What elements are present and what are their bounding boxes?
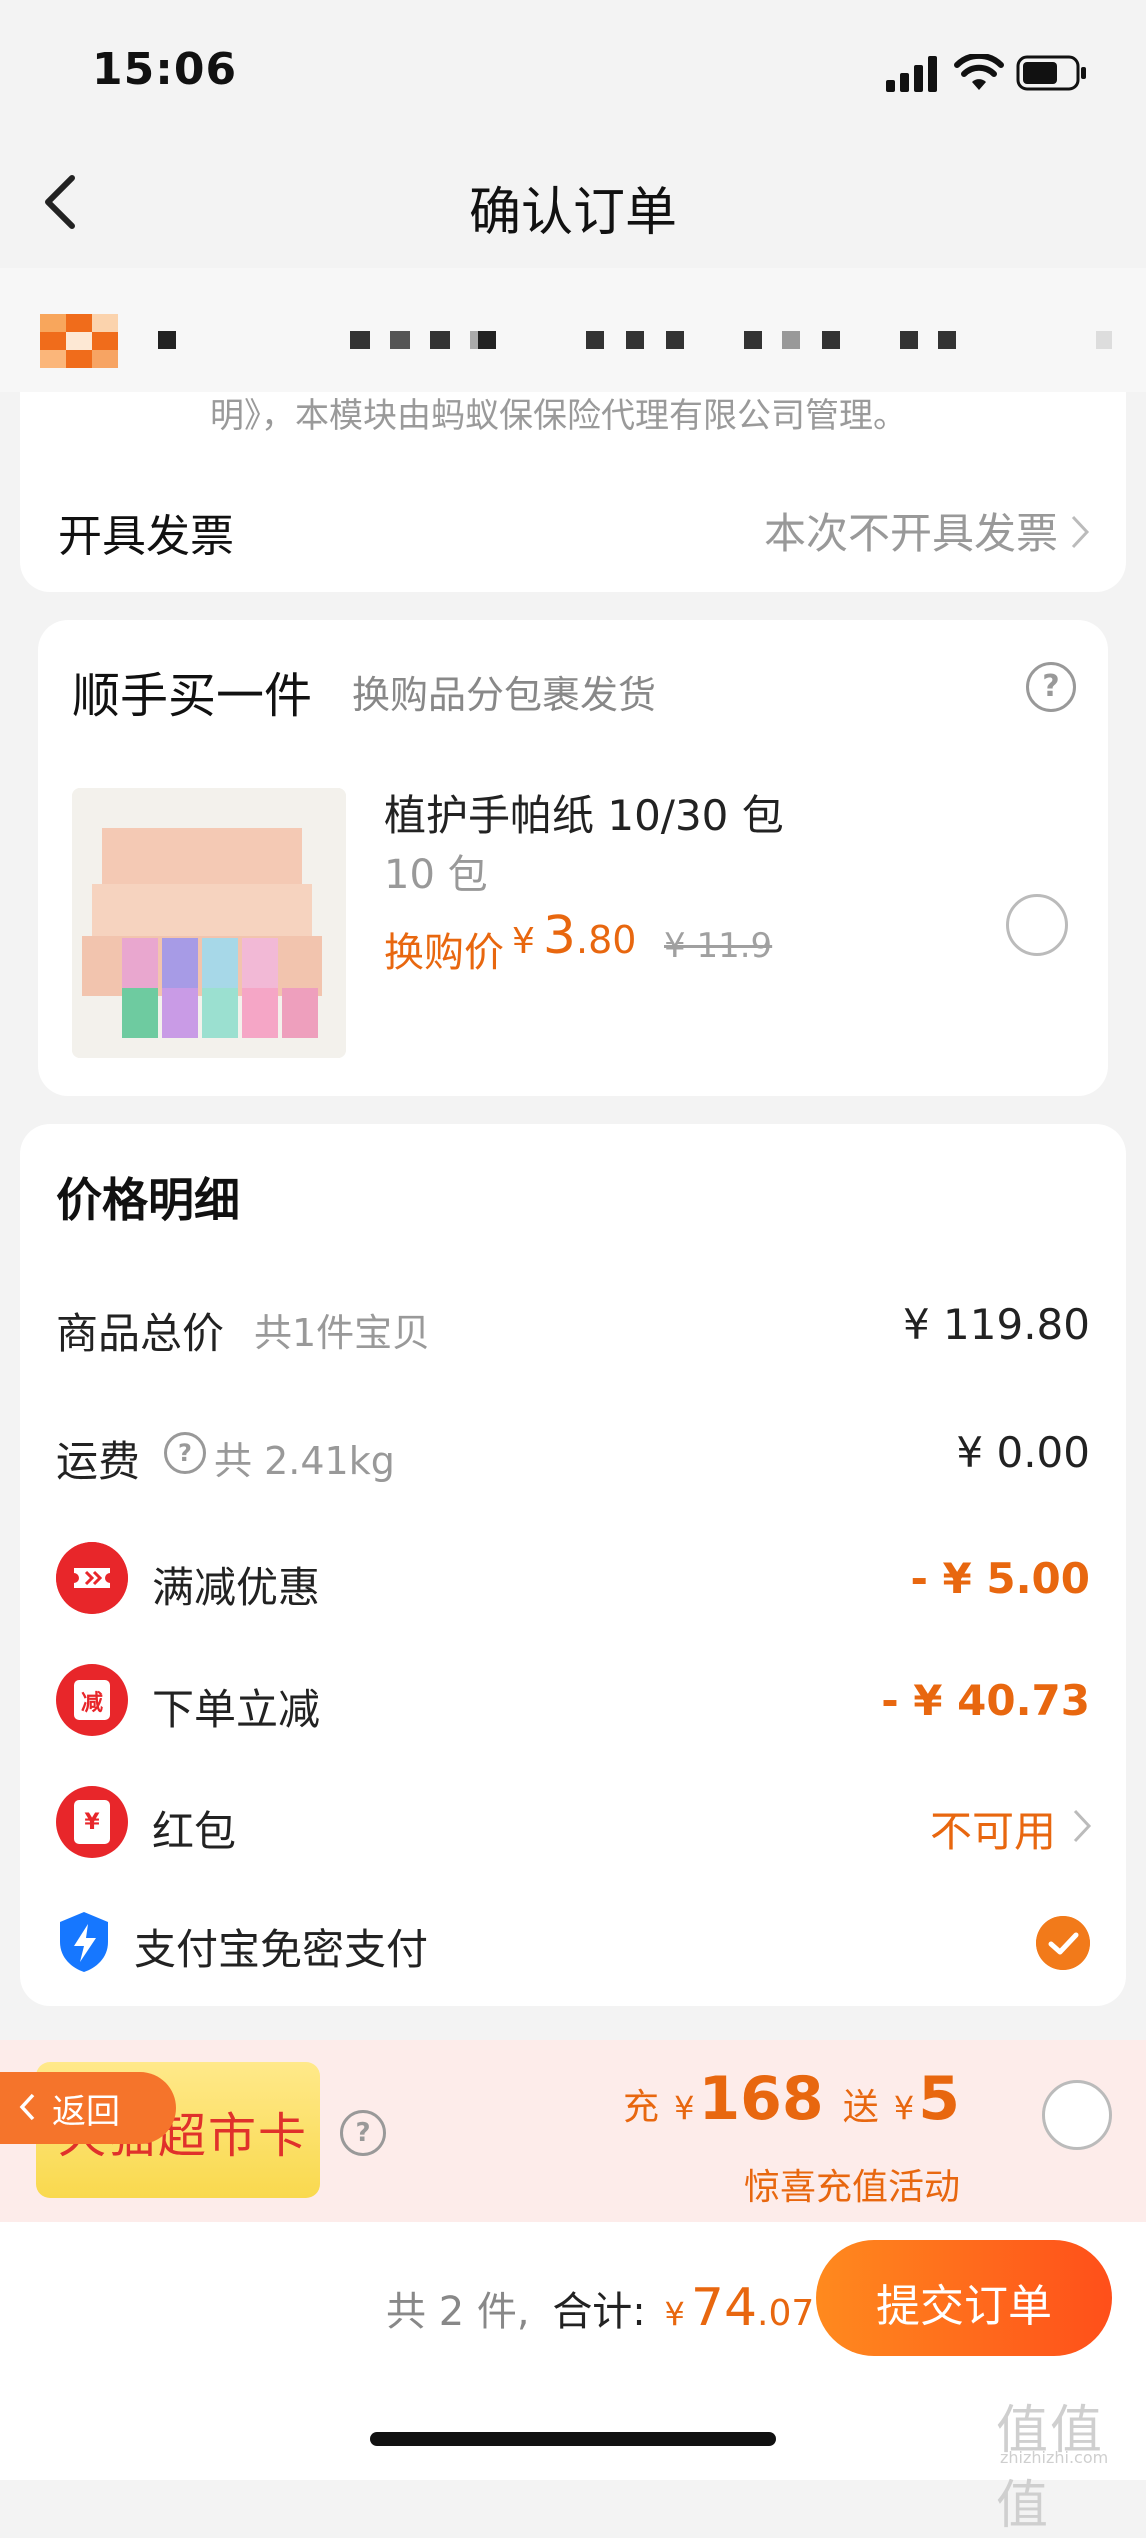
tmall-help-icon[interactable]: ? <box>340 2110 386 2156</box>
give-amount: 5 <box>918 2064 960 2134</box>
shipping-label: 运费 <box>56 1437 141 1486</box>
order-total: 共 2 件, 合计: ¥74.07 <box>386 2278 814 2338</box>
wifi-icon <box>954 54 1004 90</box>
recharge-select-radio[interactable] <box>1042 2080 1112 2150</box>
invoice-label: 开具发票 <box>58 511 234 562</box>
coupon-icon <box>56 1542 128 1614</box>
exchange-price-label: 换购价 <box>384 930 504 976</box>
red-packet-value[interactable]: 不可用 <box>930 1798 1056 1859</box>
addon-subtitle: 换购品分包裹发货 <box>352 673 657 717</box>
instant-discount-icon-text: 减 <box>80 1691 103 1716</box>
chevron-right-icon[interactable] <box>1072 1808 1092 1844</box>
total-integer: 74 <box>690 2278 758 2338</box>
invoice-value[interactable]: 本次不开具发票 <box>764 500 1058 561</box>
cellular-signal-icon <box>886 56 937 92</box>
shipping-help-icon[interactable]: ? <box>164 1432 206 1474</box>
give-currency: ¥ <box>893 2089 915 2127</box>
discount-full-label: 满减优惠 <box>152 1563 321 1612</box>
help-icon[interactable]: ? <box>1026 662 1076 712</box>
instant-discount-value: - ¥ 40.73 <box>881 1676 1090 1725</box>
recharge-activity-label: 惊喜充值活动 <box>743 2167 960 2208</box>
red-packet-icon: ¥ <box>56 1786 128 1858</box>
submit-order-label: 提交订单 <box>876 2281 1052 2332</box>
status-time: 15:06 <box>92 44 238 95</box>
floating-back-label: 返回 <box>52 2092 120 2132</box>
insurance-notice-text: 明》，本模块由蚂蚁保保险代理有限公司管理。 <box>210 396 907 436</box>
charge-amount: 168 <box>698 2064 824 2134</box>
charge-currency: ¥ <box>674 2089 695 2127</box>
discount-full-value: - ¥ 5.00 <box>910 1554 1090 1603</box>
shipping-weight: 共 2.41kg <box>214 1439 395 1483</box>
shipping-value: ¥ 0.00 <box>956 1428 1090 1477</box>
pixelated-banner <box>0 268 1146 392</box>
home-indicator[interactable] <box>370 2432 776 2446</box>
chevron-right-icon[interactable] <box>1070 514 1090 550</box>
price-currency: ¥ <box>512 921 535 962</box>
goods-count: 共1件宝贝 <box>254 1311 431 1355</box>
exchange-price: ¥3.80 <box>512 906 636 966</box>
product-spec: 10 包 <box>384 852 488 898</box>
back-chevron-icon <box>19 2093 35 2121</box>
original-price: ¥ 11.9 <box>664 926 773 966</box>
recharge-offer: 充 ¥168 送 ¥5 <box>623 2064 960 2134</box>
addon-select-radio[interactable] <box>1006 894 1068 956</box>
price-detail-title: 价格明细 <box>56 1173 240 1227</box>
alipay-shield-icon <box>60 1912 108 1972</box>
instant-discount-icon: 减 <box>56 1664 128 1736</box>
pixelated-logo-icon <box>40 314 118 368</box>
item-count: 共 2 件, <box>386 2289 530 2335</box>
give-prefix: 送 <box>842 2087 879 2128</box>
charge-prefix: 充 <box>622 2087 659 2128</box>
total-currency: ¥ <box>664 2295 685 2333</box>
total-label: 合计: <box>552 2289 646 2335</box>
goods-total-value: ¥ 119.80 <box>902 1300 1090 1349</box>
product-image[interactable] <box>72 788 346 1058</box>
page-title: 确认订单 <box>468 184 677 242</box>
goods-total-label: 商品总价 <box>56 1309 225 1358</box>
battery-icon <box>1016 55 1086 91</box>
alipay-label: 支付宝免密支付 <box>134 1925 429 1974</box>
total-decimal: .07 <box>757 2293 815 2334</box>
price-decimal: .80 <box>576 918 637 962</box>
red-packet-label: 红包 <box>152 1807 237 1856</box>
product-name[interactable]: 植护手帕纸 10/30 包 <box>384 782 784 843</box>
tissue-pack-illustration <box>72 788 346 1058</box>
price-integer: 3 <box>542 906 576 966</box>
alipay-checked-icon[interactable] <box>1036 1916 1090 1970</box>
addon-title: 顺手买一件 <box>72 668 313 724</box>
red-packet-icon-text: ¥ <box>84 1810 100 1835</box>
instant-discount-label: 下单立减 <box>152 1685 321 1734</box>
watermark-url: zhizhizhi.com <box>1000 2448 1109 2467</box>
